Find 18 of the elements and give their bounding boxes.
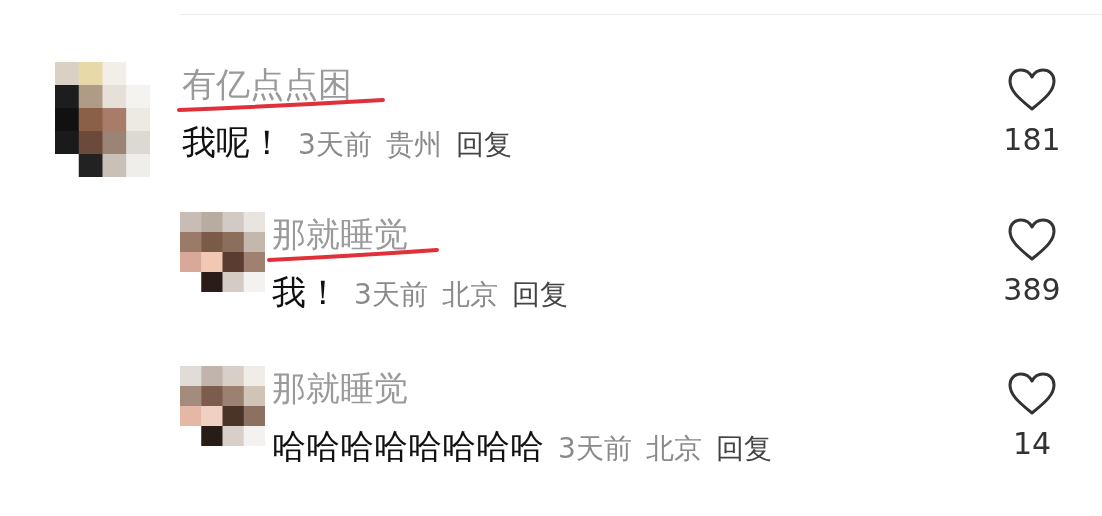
- like-count: 389: [1003, 272, 1061, 307]
- like-count: 181: [1003, 122, 1061, 157]
- reply-link[interactable]: 回复: [455, 126, 512, 164]
- comment-text: 我！: [272, 271, 340, 314]
- heart-icon[interactable]: [1007, 218, 1057, 262]
- like-count: 14: [1012, 426, 1052, 461]
- reply-link[interactable]: 回复: [715, 430, 772, 468]
- comment-time: 3天前: [558, 431, 632, 467]
- comment-time: 3天前: [354, 277, 428, 313]
- comment-location: 贵州: [385, 127, 442, 163]
- heart-icon[interactable]: [1007, 68, 1057, 112]
- heart-icon[interactable]: [1007, 372, 1057, 416]
- reply-link[interactable]: 回复: [511, 276, 568, 314]
- comment-location: 北京: [441, 277, 498, 313]
- comment-text: 我呢！: [182, 121, 284, 164]
- comment-time: 3天前: [298, 127, 372, 163]
- comment-location: 北京: [645, 431, 702, 467]
- comment-text: 哈哈哈哈哈哈哈哈: [272, 425, 544, 468]
